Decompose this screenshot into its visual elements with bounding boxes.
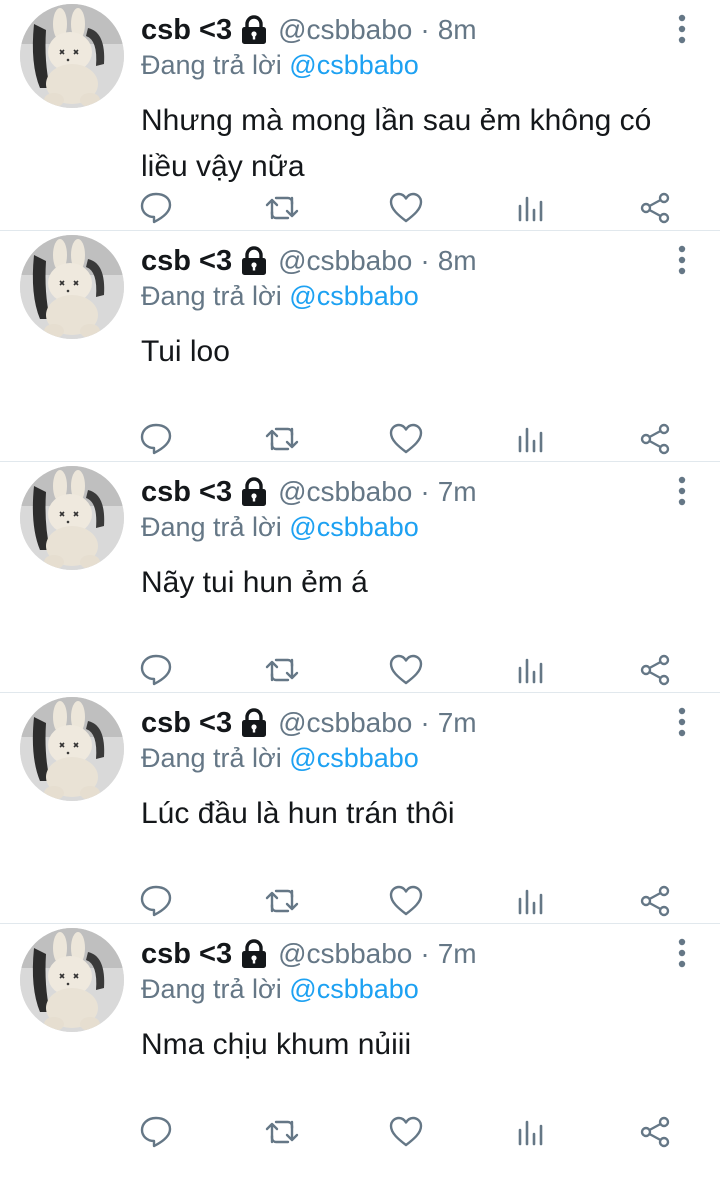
analytics-icon[interactable]: [513, 883, 549, 919]
lock-icon: [240, 708, 268, 738]
tweet[interactable]: csb <3 @csbbabo · 8m Đang trả lời @csbba…: [0, 0, 720, 231]
replying-to-handle[interactable]: @csbbabo: [289, 743, 419, 773]
lock-icon: [240, 477, 268, 507]
display-name[interactable]: csb <3: [141, 14, 232, 47]
lock-icon: [240, 246, 268, 276]
user-handle[interactable]: @csbbabo: [278, 245, 412, 277]
tweet[interactable]: csb <3 @csbbabo · 7m Đang trả lời @csbba…: [0, 693, 720, 924]
retweet-icon[interactable]: [264, 883, 300, 919]
replying-to-label: Đang trả lời: [141, 281, 282, 311]
analytics-icon[interactable]: [513, 190, 549, 226]
replying-to-label: Đang trả lời: [141, 50, 282, 80]
avatar[interactable]: [20, 235, 124, 339]
display-name[interactable]: csb <3: [141, 707, 232, 740]
more-vertical-icon[interactable]: [674, 476, 690, 506]
replying-to-handle[interactable]: @csbbabo: [289, 281, 419, 311]
analytics-icon[interactable]: [513, 421, 549, 457]
display-name[interactable]: csb <3: [141, 938, 232, 971]
timestamp[interactable]: 7m: [438, 707, 477, 739]
replying-to-handle[interactable]: @csbbabo: [289, 974, 419, 1004]
replying-to-handle[interactable]: @csbbabo: [289, 512, 419, 542]
tweet-header: csb <3 @csbbabo · 8m: [141, 8, 477, 52]
heart-icon[interactable]: [388, 652, 424, 688]
separator-dot: ·: [420, 245, 430, 276]
replying-to-handle[interactable]: @csbbabo: [289, 50, 419, 80]
tweet[interactable]: csb <3 @csbbabo · 8m Đang trả lời @csbba…: [0, 231, 720, 462]
share-icon[interactable]: [637, 883, 673, 919]
share-icon[interactable]: [637, 1114, 673, 1150]
replying-to-label: Đang trả lời: [141, 974, 282, 1004]
share-icon[interactable]: [637, 652, 673, 688]
retweet-icon[interactable]: [264, 652, 300, 688]
user-handle[interactable]: @csbbabo: [278, 14, 412, 46]
avatar[interactable]: [20, 4, 124, 108]
tweet[interactable]: csb <3 @csbbabo · 7m Đang trả lời @csbba…: [0, 924, 720, 1155]
reply-icon[interactable]: [138, 421, 174, 457]
replying-to-line: Đang trả lời @csbbabo: [141, 974, 419, 1005]
separator-dot: ·: [420, 938, 430, 969]
tweet-text: Nhưng mà mong lần sau ẻm không có liều v…: [141, 104, 652, 183]
replying-to-line: Đang trả lời @csbbabo: [141, 281, 419, 312]
more-vertical-icon[interactable]: [674, 14, 690, 44]
reply-icon[interactable]: [138, 190, 174, 226]
replying-to-label: Đang trả lời: [141, 743, 282, 773]
timestamp[interactable]: 8m: [438, 245, 477, 277]
user-handle[interactable]: @csbbabo: [278, 707, 412, 739]
replying-to-label: Đang trả lời: [141, 512, 282, 542]
more-vertical-icon[interactable]: [674, 938, 690, 968]
share-icon[interactable]: [637, 421, 673, 457]
avatar[interactable]: [20, 928, 124, 1032]
share-icon[interactable]: [637, 190, 673, 226]
separator-dot: ·: [420, 476, 430, 507]
user-handle[interactable]: @csbbabo: [278, 938, 412, 970]
tweet-header: csb <3 @csbbabo · 7m: [141, 701, 477, 745]
timestamp[interactable]: 7m: [438, 476, 477, 508]
tweet-feed: csb <3 @csbbabo · 8m Đang trả lời @csbba…: [0, 0, 720, 1155]
retweet-icon[interactable]: [264, 421, 300, 457]
lock-icon: [240, 15, 268, 45]
display-name[interactable]: csb <3: [141, 476, 232, 509]
separator-dot: ·: [420, 14, 430, 45]
timestamp[interactable]: 8m: [438, 14, 477, 46]
tweet-header: csb <3 @csbbabo · 8m: [141, 239, 477, 283]
avatar[interactable]: [20, 466, 124, 570]
tweet-text: Nãy tui hun ẻm á: [141, 566, 368, 599]
tweet-header: csb <3 @csbbabo · 7m: [141, 470, 477, 514]
retweet-icon[interactable]: [264, 1114, 300, 1150]
reply-icon[interactable]: [138, 652, 174, 688]
more-vertical-icon[interactable]: [674, 245, 690, 275]
tweet-header: csb <3 @csbbabo · 7m: [141, 932, 477, 976]
tweet-text: Tui loo: [141, 335, 230, 368]
tweet-text: Lúc đầu là hun trán thôi: [141, 797, 455, 830]
reply-icon[interactable]: [138, 1114, 174, 1150]
display-name[interactable]: csb <3: [141, 245, 232, 278]
lock-icon: [240, 939, 268, 969]
retweet-icon[interactable]: [264, 190, 300, 226]
avatar[interactable]: [20, 697, 124, 801]
tweet[interactable]: csb <3 @csbbabo · 7m Đang trả lời @csbba…: [0, 462, 720, 693]
heart-icon[interactable]: [388, 190, 424, 226]
replying-to-line: Đang trả lời @csbbabo: [141, 512, 419, 543]
timestamp[interactable]: 7m: [438, 938, 477, 970]
heart-icon[interactable]: [388, 421, 424, 457]
heart-icon[interactable]: [388, 1114, 424, 1150]
replying-to-line: Đang trả lời @csbbabo: [141, 743, 419, 774]
analytics-icon[interactable]: [513, 652, 549, 688]
tweet-text: Nma chịu khum nủiii: [141, 1028, 412, 1061]
separator-dot: ·: [420, 707, 430, 738]
user-handle[interactable]: @csbbabo: [278, 476, 412, 508]
replying-to-line: Đang trả lời @csbbabo: [141, 50, 419, 81]
analytics-icon[interactable]: [513, 1114, 549, 1150]
reply-icon[interactable]: [138, 883, 174, 919]
more-vertical-icon[interactable]: [674, 707, 690, 737]
tweet-actions: [0, 1116, 720, 1172]
heart-icon[interactable]: [388, 883, 424, 919]
